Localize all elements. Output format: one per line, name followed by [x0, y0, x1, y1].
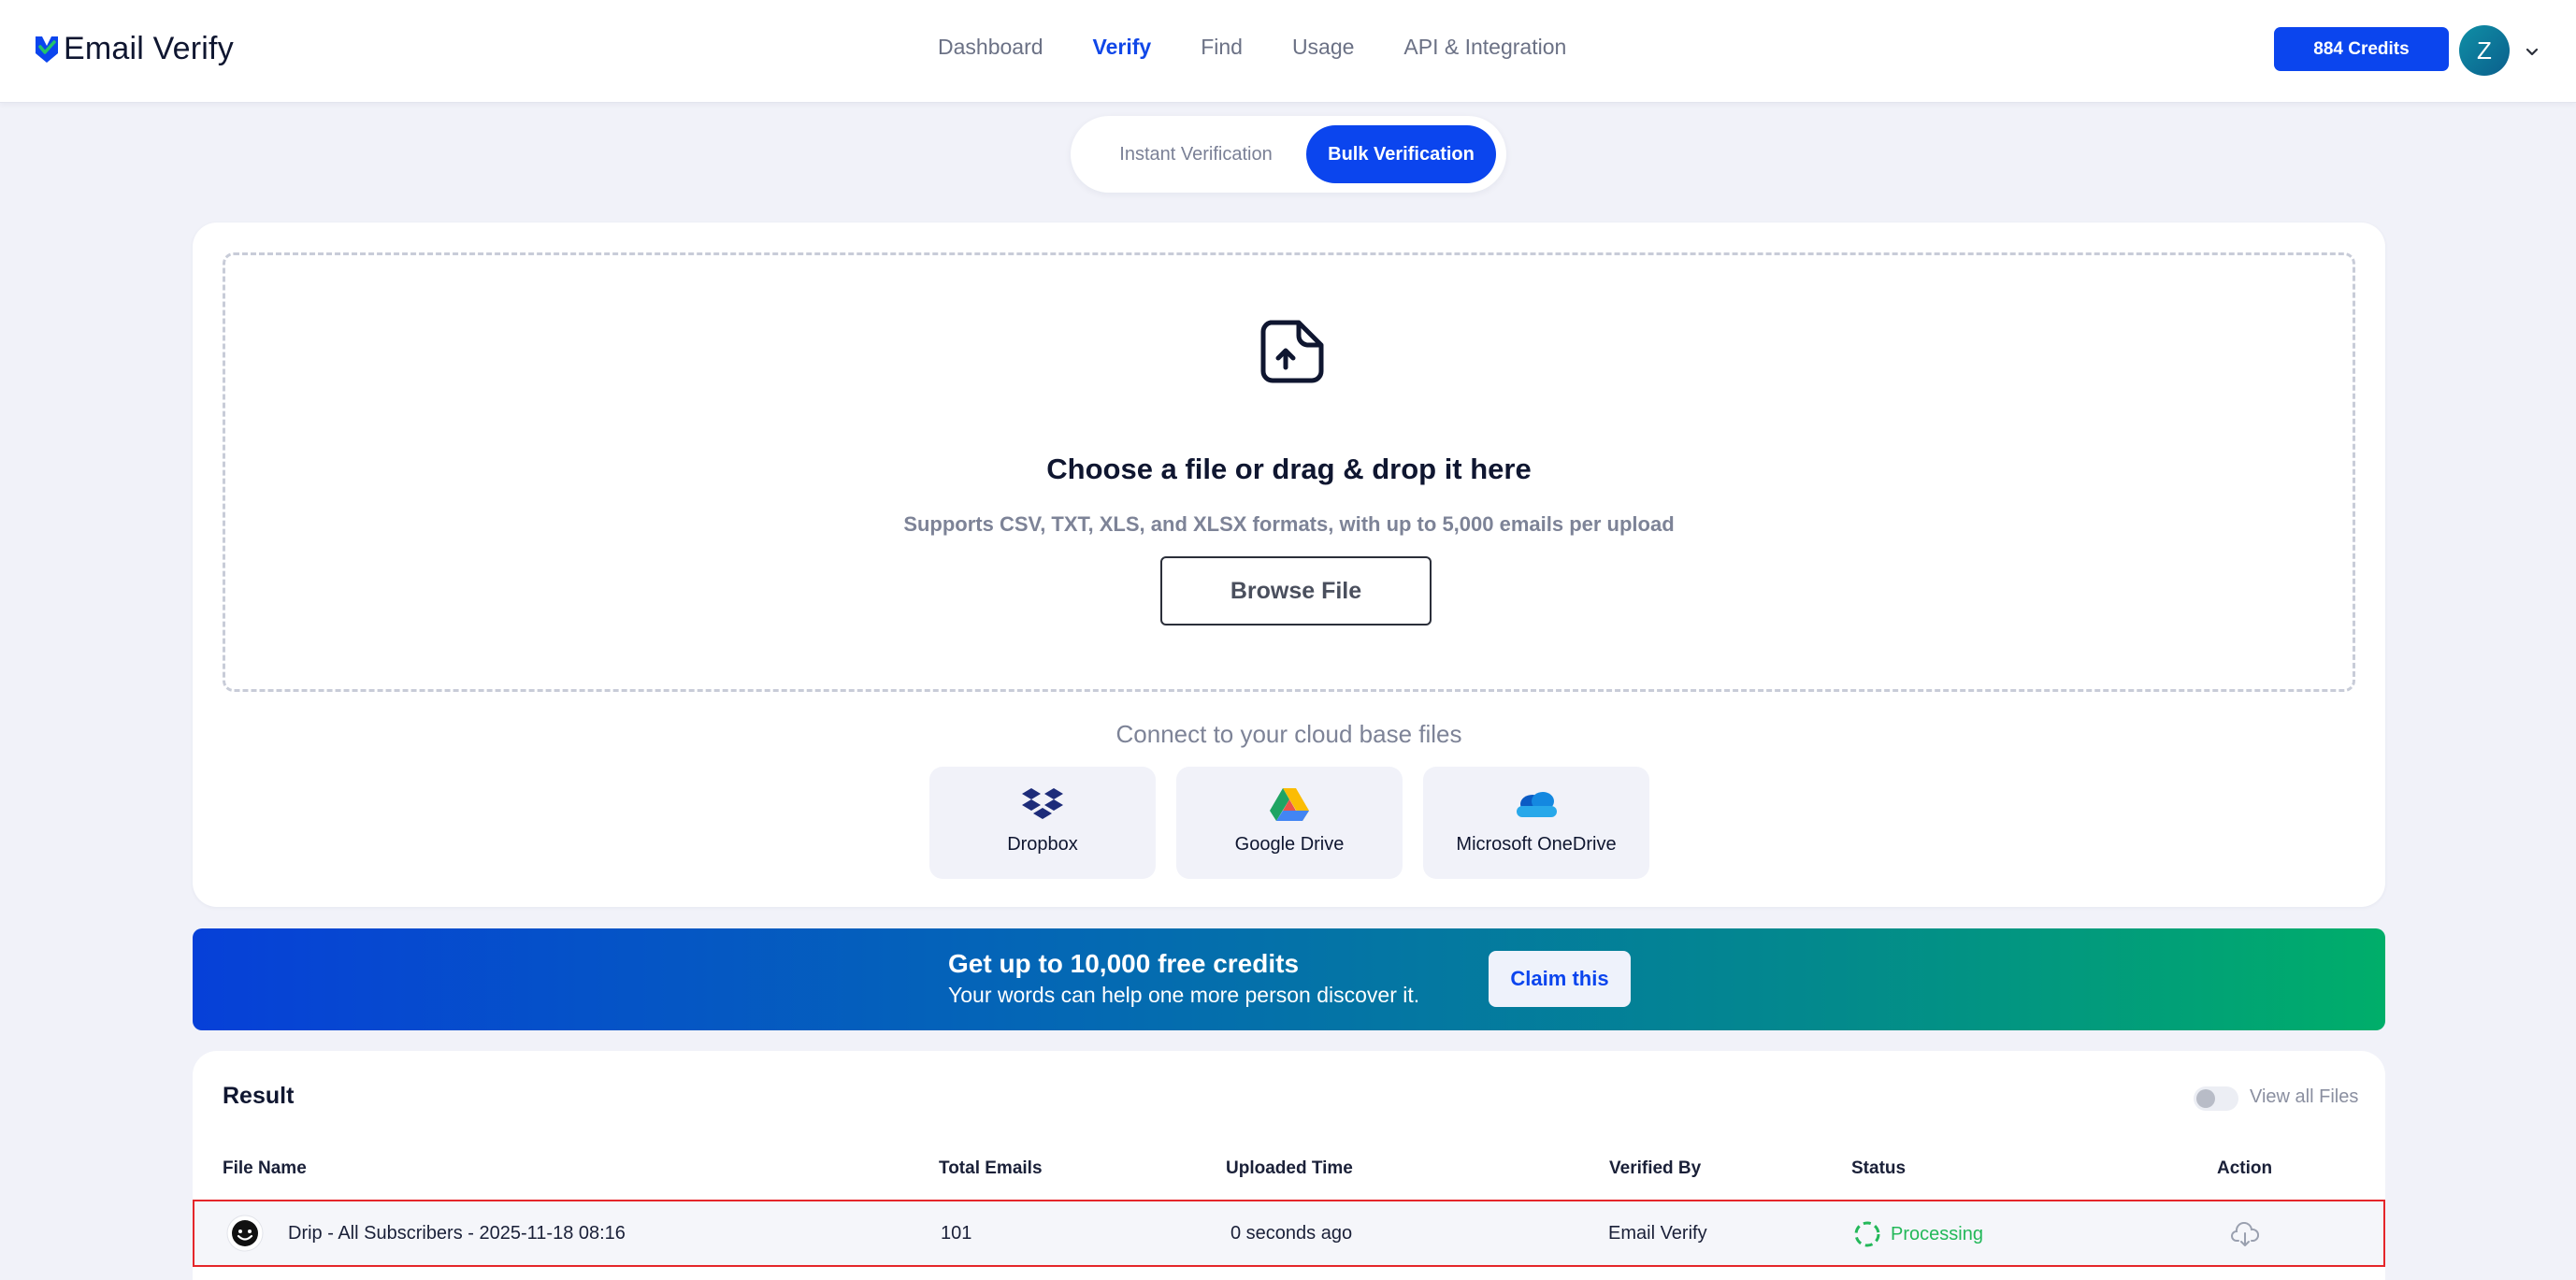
column-header-status: Status — [1851, 1158, 1907, 1178]
credits-button[interactable]: 884 Credits — [2274, 27, 2449, 71]
cloud-google-drive[interactable]: Google Drive — [1176, 767, 1403, 879]
dropbox-icon — [1022, 788, 1063, 819]
row-uploaded-time: 0 seconds ago — [1230, 1223, 1353, 1244]
download-cloud-icon[interactable] — [2231, 1222, 2259, 1248]
cloud-connect-title: Connect to your cloud base files — [1115, 720, 1462, 748]
drip-logo-icon — [226, 1215, 264, 1252]
nav-usage[interactable]: Usage — [1292, 30, 1354, 64]
tab-instant-verification[interactable]: Instant Verification — [1089, 125, 1302, 183]
nav-find[interactable]: Find — [1201, 30, 1243, 64]
cloud-google-drive-label: Google Drive — [1234, 834, 1345, 855]
column-header-action: Action — [2217, 1158, 2273, 1178]
browse-file-button[interactable]: Browse File — [1160, 556, 1432, 626]
view-all-files-label: View all Files — [2250, 1086, 2359, 1107]
nav-api-integration[interactable]: API & Integration — [1403, 30, 1566, 64]
verification-mode-toggle: Instant Verification Bulk Verification — [1071, 116, 1506, 193]
promo-title: Get up to 10,000 free credits — [948, 949, 1300, 978]
dropzone-subtitle: Supports CSV, TXT, XLS, and XLSX formats… — [903, 512, 1675, 536]
cloud-onedrive-label: Microsoft OneDrive — [1456, 834, 1617, 855]
onedrive-icon — [1517, 792, 1557, 817]
column-header-total-emails: Total Emails — [939, 1158, 1043, 1178]
upload-card: Choose a file or drag & drop it here Sup… — [193, 223, 2385, 907]
toggle-knob — [2196, 1089, 2215, 1108]
main-nav: Dashboard Verify Find Usage API & Integr… — [938, 30, 1616, 64]
file-dropzone[interactable]: Choose a file or drag & drop it here Sup… — [223, 252, 2355, 692]
results-title: Result — [223, 1083, 295, 1109]
status-badge: Processing — [1853, 1220, 1983, 1248]
file-upload-icon — [1260, 320, 1324, 383]
dropzone-title: Choose a file or drag & drop it here — [1046, 453, 1532, 485]
processing-spinner-icon — [1854, 1221, 1880, 1247]
tab-bulk-verification[interactable]: Bulk Verification — [1306, 125, 1496, 183]
row-status: Processing — [1891, 1223, 1983, 1244]
claim-this-button[interactable]: Claim this — [1489, 951, 1631, 1007]
table-row[interactable]: Drip - All Subscribers - 2025-11-18 08:1… — [193, 1200, 2385, 1267]
column-header-uploaded-time: Uploaded Time — [1226, 1158, 1353, 1178]
promo-banner: Get up to 10,000 free credits Your words… — [193, 928, 2385, 1030]
column-header-file-name: File Name — [223, 1158, 307, 1178]
row-total-emails: 101 — [941, 1223, 972, 1244]
promo-subtitle: Your words can help one more person disc… — [948, 983, 1420, 1007]
column-header-verified-by: Verified By — [1609, 1158, 1702, 1178]
nav-dashboard[interactable]: Dashboard — [938, 30, 1043, 64]
view-all-files-toggle[interactable] — [2194, 1086, 2238, 1111]
row-file-name: Drip - All Subscribers - 2025-11-18 08:1… — [288, 1223, 626, 1244]
logo-text: Email Verify — [64, 30, 234, 66]
chevron-down-icon[interactable] — [2522, 41, 2542, 62]
results-panel: Result View all Files File Name Total Em… — [193, 1051, 2385, 1280]
cloud-dropbox-label: Dropbox — [1007, 834, 1078, 855]
row-verified-by: Email Verify — [1608, 1223, 1707, 1244]
nav-verify[interactable]: Verify — [1093, 30, 1152, 64]
app-logo[interactable]: Email Verify — [34, 26, 234, 71]
cloud-onedrive[interactable]: Microsoft OneDrive — [1423, 767, 1649, 879]
logo-mark-icon — [36, 36, 58, 63]
top-header: Email Verify Dashboard Verify Find Usage… — [0, 0, 2576, 103]
avatar[interactable]: Z — [2459, 25, 2510, 76]
cloud-dropbox[interactable]: Dropbox — [929, 767, 1156, 879]
google-drive-icon — [1270, 788, 1309, 821]
